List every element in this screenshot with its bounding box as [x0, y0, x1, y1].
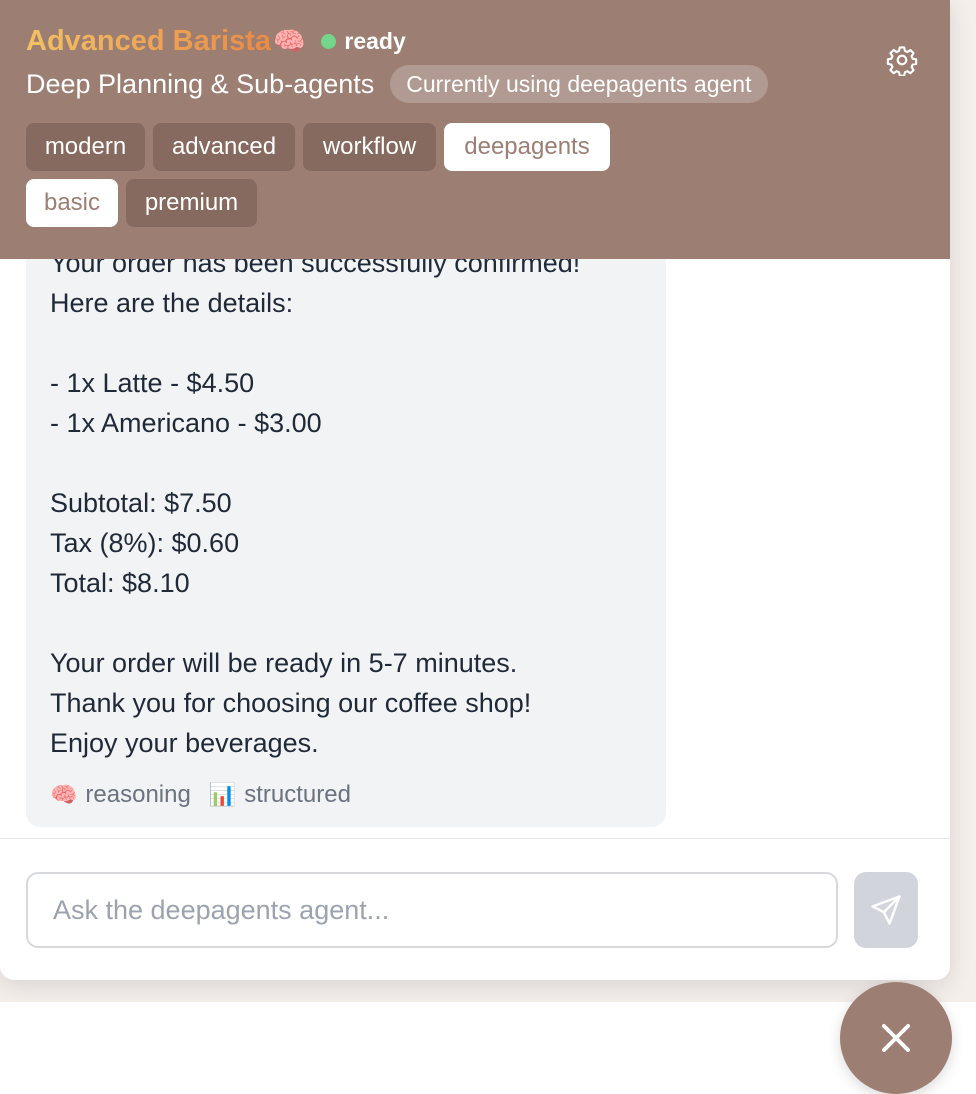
close-chat-button[interactable] [840, 982, 952, 1094]
agent-subtitle: Deep Planning & Sub-agents [26, 68, 375, 99]
message-input[interactable] [26, 872, 838, 948]
status-dot [321, 33, 337, 49]
meta-label: reasoning [85, 781, 191, 808]
chat-panel: Your order has been successfully confirm… [0, 0, 950, 980]
message-line: Tax (8%): $0.60 [50, 528, 240, 558]
message-line: - 1x Americano - $3.00 [50, 408, 322, 438]
status-text: ready [344, 27, 406, 54]
chat-header: Advanced Barista 🧠 ready Deep Planning &… [0, 0, 950, 259]
brain-icon: 🧠 [50, 782, 78, 807]
message-line: - 1x Latte - $4.50 [50, 368, 255, 398]
current-agent-pill: Currently using deepagents agent [390, 65, 768, 103]
message-line: Here are the details: [50, 288, 294, 318]
bar-chart-icon: 📊 [208, 782, 237, 807]
tag-modern[interactable]: modern [26, 123, 145, 171]
composer-divider [0, 838, 950, 839]
settings-button[interactable] [884, 42, 920, 78]
tag-advanced[interactable]: advanced [153, 123, 295, 171]
message-line: Your order will be ready in 5-7 minutes. [50, 648, 518, 678]
brain-icon: 🧠 [273, 25, 306, 56]
message-line: Total: $8.10 [50, 568, 190, 598]
app-title: Advanced Barista [26, 24, 271, 57]
meta-label: structured [244, 781, 351, 808]
meta-structured: 📊 structured [209, 781, 351, 809]
send-icon [871, 895, 901, 925]
close-icon [882, 1024, 910, 1052]
message-line: Thank you for choosing our coffee shop! [50, 688, 532, 718]
assistant-message: Your order has been successfully confirm… [26, 200, 666, 827]
tag-premium[interactable]: premium [126, 179, 257, 227]
tag-workflow[interactable]: workflow [303, 123, 436, 171]
meta-reasoning: 🧠 reasoning [50, 781, 191, 809]
message-line: Enjoy your beverages. [50, 728, 319, 758]
subtitle-row: Deep Planning & Sub-agents Currently usi… [26, 65, 768, 103]
message-meta: 🧠 reasoning 📊 structured [50, 780, 351, 810]
title-row: Advanced Barista 🧠 ready [26, 22, 406, 60]
send-button[interactable] [854, 872, 918, 948]
tag-basic[interactable]: basic [26, 179, 118, 227]
message-line: Subtotal: $7.50 [50, 488, 232, 518]
tag-deepagents[interactable]: deepagents [444, 123, 610, 171]
gear-icon [886, 46, 918, 76]
